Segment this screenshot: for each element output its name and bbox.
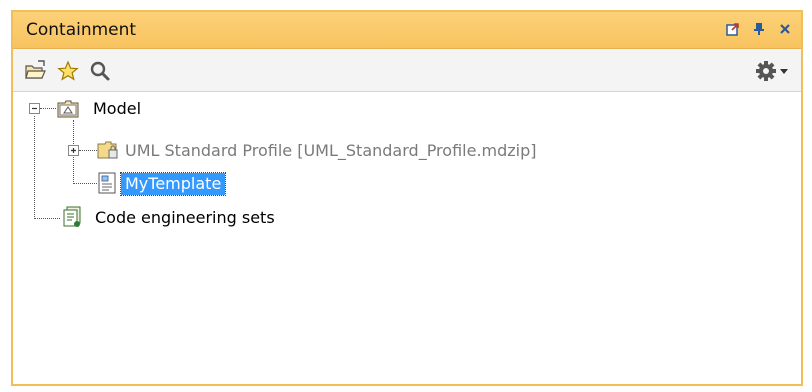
options-button[interactable] [753,59,779,83]
tree-node-label: Model [93,99,142,118]
panel-toolbar [13,49,801,92]
close-icon [780,24,790,34]
search-icon [90,61,110,81]
tree-connector [34,116,35,219]
read-only-package-icon [97,141,118,159]
panel-title: Containment [26,20,137,40]
search-button[interactable] [87,59,113,83]
open-button[interactable] [23,59,49,83]
pin-button[interactable] [749,19,769,39]
undock-icon [726,23,739,36]
template-diagram-icon [98,172,116,194]
tree-node-label: Code engineering sets [95,208,275,227]
tree-node-label: UML Standard Profile [UML_Standard_Profi… [125,141,537,160]
close-button[interactable] [775,19,795,39]
panel-titlebar: Containment [13,12,801,49]
tree-connector [79,150,97,151]
favorite-button[interactable] [55,59,81,83]
dropdown-arrow-icon [780,69,788,74]
tree-node-label: MyTemplate [119,172,227,196]
collapse-model-toggle[interactable] [29,103,40,114]
options-dropdown-button[interactable] [777,59,791,83]
gear-icon [756,61,776,81]
code-engineering-sets-icon [63,206,81,227]
tree-connector [34,218,60,219]
expand-profile-toggle[interactable] [68,145,79,156]
pin-icon [754,23,764,35]
containment-tree: Model UML Standard Profile [UML_Standard… [13,92,801,384]
title-controls [723,19,795,39]
model-package-icon [57,100,79,118]
open-folder-icon [25,60,46,79]
undock-button[interactable] [723,19,743,39]
tree-connector [73,183,97,184]
favorite-star-icon [57,60,79,81]
tree-connector [40,108,56,109]
plus-icon [71,148,76,153]
minus-icon [32,107,37,110]
containment-panel: Containment Model UML Standard Profile [… [11,10,803,386]
